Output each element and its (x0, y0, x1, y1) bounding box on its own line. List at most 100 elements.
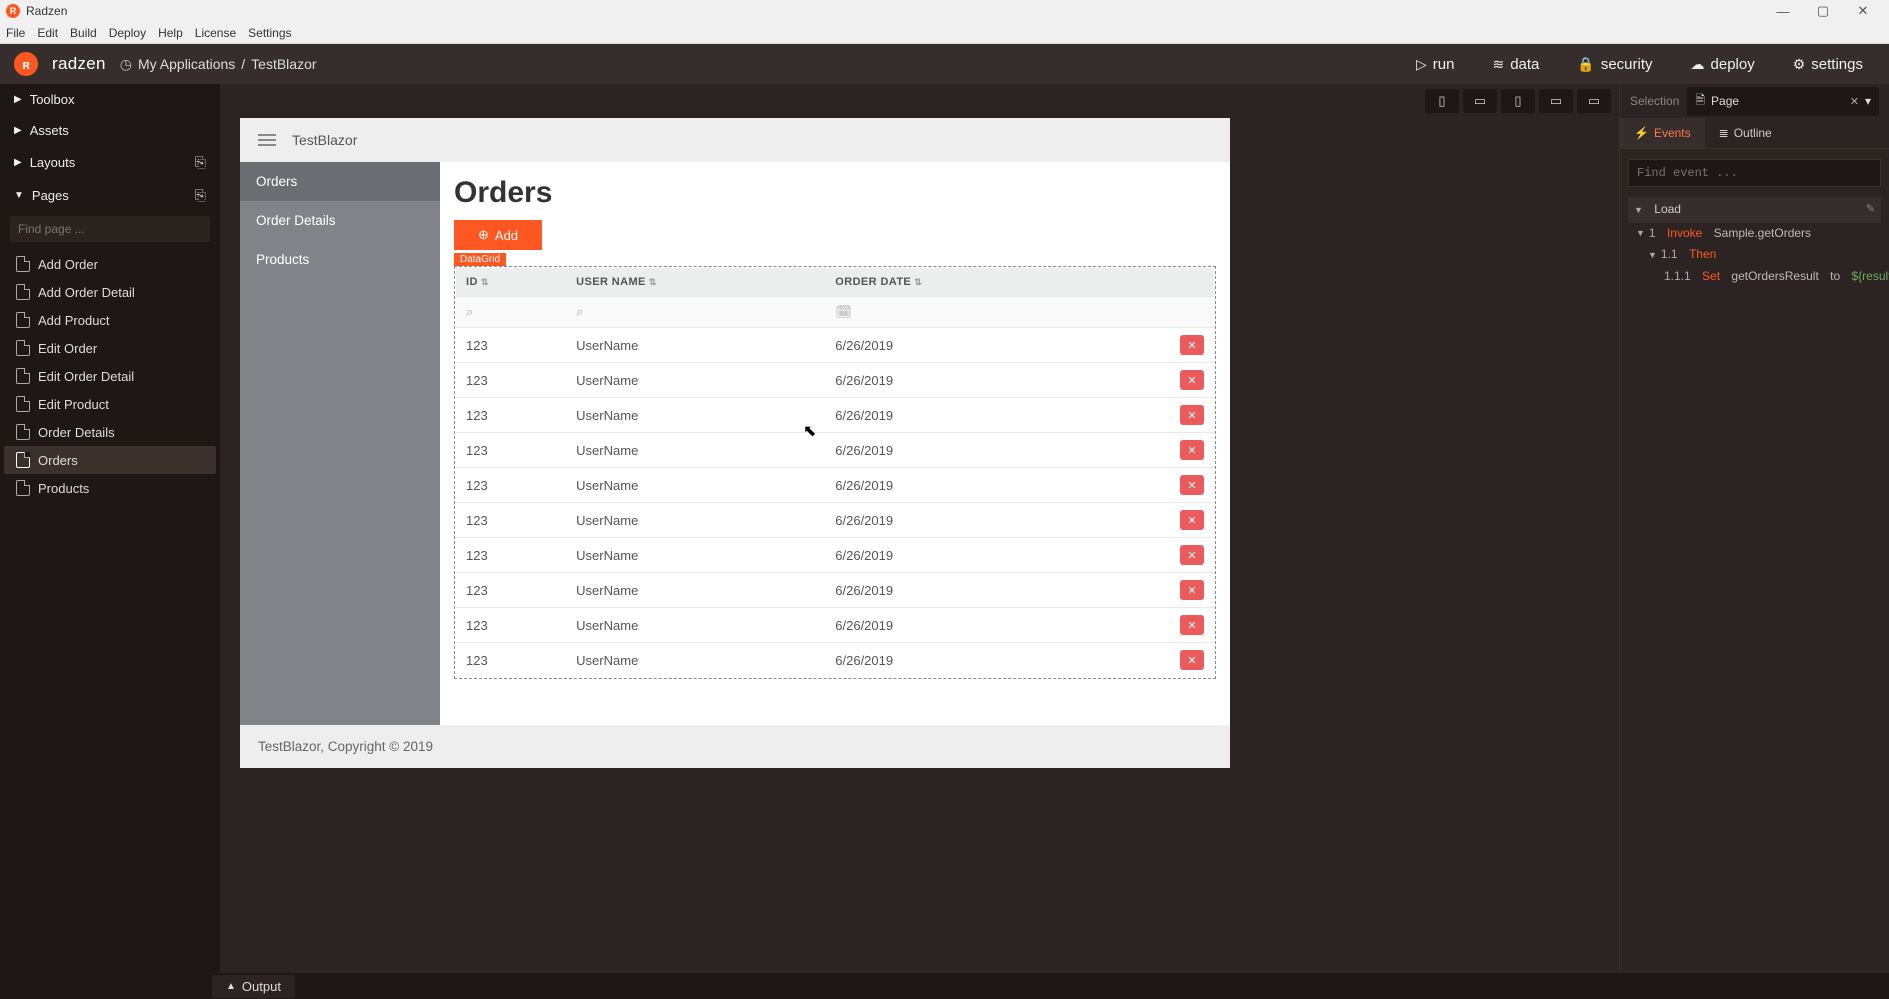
device-tablet-button[interactable]: ▯ (1501, 89, 1535, 113)
window-title: Radzen (26, 4, 67, 18)
device-toolbar: ▯ ▭ ▯ ▭ ▭ (220, 84, 1619, 118)
chevron-up-icon: ▲ (226, 981, 236, 992)
table-row[interactable]: 123UserName6/26/2019✕ (456, 503, 1214, 538)
menu-file[interactable]: File (6, 26, 25, 40)
table-row[interactable]: 123UserName6/26/2019✕ (456, 398, 1214, 433)
clear-selection-icon[interactable]: ✕ (1850, 95, 1859, 108)
delete-row-button[interactable]: ✕ (1180, 545, 1204, 565)
datagrid-wrapper[interactable]: ID⇅ USER NAME⇅ ORDER DATE⇅ ⌕⌕ 🗓 123UserNam… (454, 266, 1216, 679)
file-icon (16, 396, 30, 412)
delete-row-button[interactable]: ✕ (1180, 475, 1204, 495)
canvas-area: ▯ ▭ ▯ ▭ ▭ TestBlazor OrdersOrder Details… (220, 84, 1619, 973)
preview-nav-item[interactable]: Orders (240, 162, 440, 201)
delete-row-button[interactable]: ✕ (1180, 405, 1204, 425)
header-run-button[interactable]: ▷run (1404, 56, 1466, 73)
delete-row-button[interactable]: ✕ (1180, 580, 1204, 600)
section-layouts[interactable]: ▶Layouts⎘ (0, 146, 220, 179)
table-row[interactable]: 123UserName6/26/2019✕ (456, 433, 1214, 468)
table-row[interactable]: 123UserName6/26/2019✕ (456, 363, 1214, 398)
new-page-icon[interactable]: ⎘ (195, 187, 206, 204)
page-list-item[interactable]: Add Product (4, 306, 216, 334)
preview-nav-item[interactable]: Order Details (240, 201, 440, 240)
section-assets[interactable]: ▶Assets (0, 115, 220, 146)
window-titlebar: R Radzen — ▢ ✕ (0, 0, 1889, 22)
col-header-date[interactable]: ORDER DATE⇅ (825, 268, 1100, 297)
app-header: ʀ radzen ◷ My Applications / TestBlazor … (0, 44, 1889, 84)
table-row[interactable]: 123UserName6/26/2019✕ (456, 573, 1214, 608)
col-header-id[interactable]: ID⇅ (456, 268, 566, 297)
list-icon: ≣ (1719, 126, 1729, 140)
page-list-item[interactable]: Edit Order Detail (4, 362, 216, 390)
filter-cell[interactable]: 🗓 (825, 297, 1100, 328)
delete-row-button[interactable]: ✕ (1180, 510, 1204, 530)
chevron-right-icon: ▶ (14, 94, 22, 105)
event-tree-row[interactable]: ▼ 1.1 Then (1628, 244, 1881, 266)
hamburger-icon[interactable] (258, 134, 276, 146)
page-search-input[interactable] (10, 216, 210, 242)
plus-icon: ⊕ (478, 227, 489, 243)
delete-row-button[interactable]: ✕ (1180, 370, 1204, 390)
menu-deploy[interactable]: Deploy (109, 26, 146, 40)
preview-main: Orders ⊕Add DataGrid ID⇅ USER NAME⇅ ORDE… (440, 162, 1230, 725)
page-list-item[interactable]: Add Order (4, 250, 216, 278)
device-phone-land-button[interactable]: ▭ (1463, 89, 1497, 113)
filter-cell[interactable]: ⌕ (456, 297, 566, 328)
preview-app-title: TestBlazor (292, 132, 357, 148)
file-icon (16, 312, 30, 328)
page-list-item[interactable]: Products (4, 474, 216, 502)
calendar-icon: 🗓 (835, 304, 852, 319)
window-minimize-button[interactable]: — (1763, 4, 1803, 19)
delete-row-button[interactable]: ✕ (1180, 335, 1204, 355)
window-maximize-button[interactable]: ▢ (1803, 3, 1843, 19)
menu-settings[interactable]: Settings (248, 26, 291, 40)
design-canvas[interactable]: TestBlazor OrdersOrder DetailsProducts O… (240, 118, 1230, 768)
page-list-item[interactable]: Edit Order (4, 334, 216, 362)
menu-help[interactable]: Help (158, 26, 183, 40)
add-button[interactable]: ⊕Add (454, 220, 542, 250)
menu-edit[interactable]: Edit (37, 26, 58, 40)
page-list-item[interactable]: Orders (4, 446, 216, 474)
tab-outline[interactable]: ≣Outline (1705, 118, 1786, 148)
section-toolbox[interactable]: ▶Toolbox (0, 84, 220, 115)
col-header-user[interactable]: USER NAME⇅ (566, 268, 825, 297)
page-list-item[interactable]: Add Order Detail (4, 278, 216, 306)
breadcrumb[interactable]: ◷ My Applications / TestBlazor (120, 56, 317, 73)
menu-license[interactable]: License (195, 26, 236, 40)
table-row[interactable]: 123UserName6/26/2019✕ (456, 608, 1214, 643)
delete-row-button[interactable]: ✕ (1180, 650, 1204, 670)
event-load-header[interactable]: ▼ Load✎ (1628, 197, 1881, 223)
find-event-input[interactable] (1628, 159, 1881, 187)
page-list-item[interactable]: Edit Product (4, 390, 216, 418)
device-tablet-land-button[interactable]: ▭ (1539, 89, 1573, 113)
window-close-button[interactable]: ✕ (1843, 3, 1883, 19)
brand-name: radzen (52, 54, 106, 74)
table-row[interactable]: 123UserName6/26/2019✕ (456, 328, 1214, 363)
device-desktop-button[interactable]: ▭ (1577, 89, 1611, 113)
new-layout-icon[interactable]: ⎘ (195, 154, 206, 171)
table-row[interactable]: 123UserName6/26/2019✕ (456, 538, 1214, 573)
event-tree-row[interactable]: ▼ 1 Invoke Sample.getOrders (1628, 223, 1881, 245)
header-deploy-button[interactable]: ☁deploy (1679, 56, 1767, 73)
component-label: DataGrid (454, 253, 506, 266)
menu-build[interactable]: Build (70, 26, 97, 40)
selection-combobox[interactable]: 🗎 Page ✕ ▾ (1687, 87, 1879, 116)
header-data-button[interactable]: ≋data (1480, 56, 1551, 73)
page-list-item[interactable]: Order Details (4, 418, 216, 446)
page-icon: 🗎 (1695, 91, 1705, 112)
file-icon (16, 340, 30, 356)
header-settings-button[interactable]: ⚙settings (1781, 56, 1875, 73)
sort-icon: ⇅ (649, 277, 657, 287)
edit-icon[interactable]: ✎ (1866, 200, 1875, 220)
device-phone-button[interactable]: ▯ (1425, 89, 1459, 113)
delete-row-button[interactable]: ✕ (1180, 615, 1204, 635)
output-tab[interactable]: ▲Output (212, 975, 295, 998)
filter-cell[interactable]: ⌕ (566, 297, 825, 328)
table-row[interactable]: 123UserName6/26/2019✕ (456, 468, 1214, 503)
section-pages[interactable]: ▼Pages⎘ (0, 179, 220, 212)
table-row[interactable]: 123UserName6/26/2019✕ (456, 643, 1214, 678)
event-tree-row[interactable]: 1.1.1 Set getOrdersResult to ${result.va… (1628, 266, 1881, 288)
tab-events[interactable]: ⚡Events (1620, 118, 1705, 148)
delete-row-button[interactable]: ✕ (1180, 440, 1204, 460)
header-security-button[interactable]: 🔒security (1565, 56, 1664, 73)
preview-nav-item[interactable]: Products (240, 240, 440, 279)
